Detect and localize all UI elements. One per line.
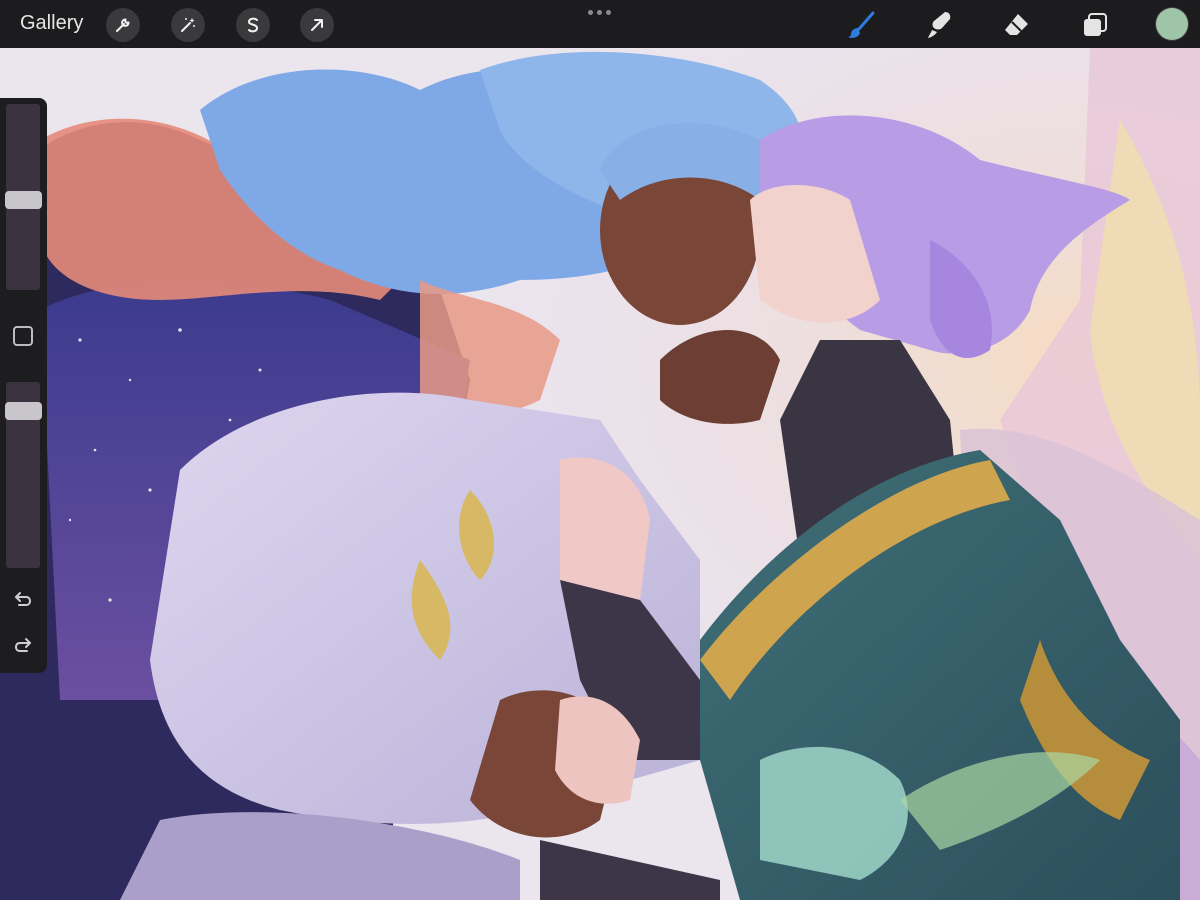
selection-button[interactable] [236,8,270,42]
opacity-thumb[interactable] [5,402,42,421]
layers-button[interactable] [1076,6,1114,44]
wrench-icon [116,18,130,32]
adjustments-button[interactable] [171,8,205,42]
magic-wand-icon [181,18,195,32]
gallery-button[interactable]: Gallery [20,12,83,35]
redo-icon[interactable] [12,634,34,656]
layers-icon [1084,13,1107,36]
drawing-canvas[interactable] [0,0,1200,900]
top-toolbar: Gallery [0,0,1200,48]
more-dots-icon[interactable] [584,6,614,18]
actions-button[interactable] [106,8,140,42]
left-sidebar [0,98,47,673]
color-picker-button[interactable] [1156,8,1188,40]
brush-size-thumb[interactable] [5,191,42,210]
artwork-svg [0,0,1200,900]
arrow-cursor-icon [311,19,323,31]
brush-icon [848,11,875,38]
brush-tool-button[interactable] [842,6,880,44]
smudge-icon [928,12,951,38]
eraser-icon [1005,14,1028,35]
square-modify-icon[interactable] [13,326,33,346]
transform-button[interactable] [300,8,334,42]
smudge-tool-button[interactable] [920,6,958,44]
eraser-tool-button[interactable] [998,6,1036,44]
undo-icon[interactable] [12,588,34,610]
selection-s-icon [247,17,259,33]
